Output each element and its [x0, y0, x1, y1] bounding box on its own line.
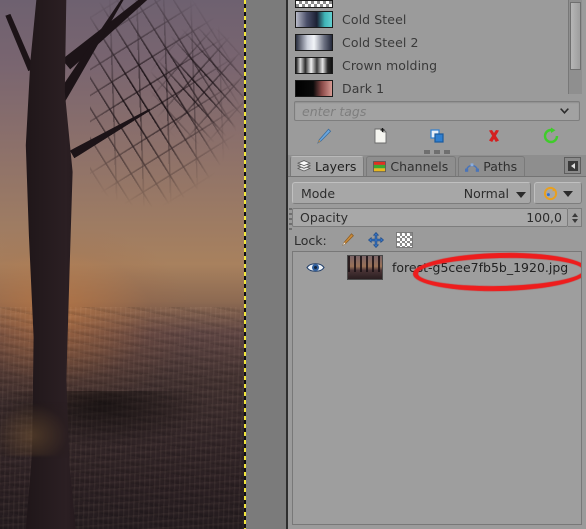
duplicate-gradient-button[interactable] — [408, 124, 465, 148]
foreground-bush — [0, 404, 68, 456]
tab-paths[interactable]: Paths — [458, 156, 526, 176]
scrollbar-thumb[interactable] — [570, 2, 581, 70]
gradient-list-scrollbar[interactable] — [568, 0, 582, 94]
image-canvas[interactable] — [0, 0, 246, 529]
gradient-label: Cold Steel — [342, 12, 407, 27]
gradient-label: Dark 1 — [342, 81, 385, 96]
layer-mode-row: Mode Normal — [292, 182, 582, 204]
opacity-label: Opacity — [300, 210, 349, 225]
paths-icon — [465, 161, 480, 173]
opacity-stepper[interactable] — [568, 208, 582, 227]
chevron-down-icon[interactable] — [559, 107, 579, 115]
chevron-down-icon — [516, 186, 526, 201]
lock-pixels-button[interactable] — [338, 232, 356, 248]
lock-alpha-button[interactable] — [395, 232, 413, 248]
tab-label: Channels — [390, 159, 449, 174]
tab-layers[interactable]: Layers — [290, 156, 365, 176]
mode-value: Normal — [463, 185, 509, 201]
mode-dropdown[interactable]: Mode Normal — [292, 182, 531, 204]
tag-input-placeholder: enter tags — [302, 103, 367, 119]
gradient-swatch-icon — [295, 57, 333, 74]
layers-list[interactable]: forest-g5cee7fb5b_1920.jpg — [292, 251, 582, 525]
blend-space-icon — [543, 186, 558, 201]
canvas-padding — [246, 0, 286, 529]
delete-gradient-button[interactable] — [466, 124, 523, 148]
list-item[interactable]: Dark 1 — [294, 77, 568, 98]
gradients-toolbar[interactable] — [294, 124, 580, 148]
gradient-label: Cold Steel 2 — [342, 35, 419, 50]
eye-icon[interactable] — [297, 261, 333, 274]
list-item[interactable]: Cold Steel — [294, 8, 568, 31]
gradient-swatch-icon — [295, 34, 333, 51]
gradient-swatch-icon — [295, 80, 333, 97]
list-item[interactable] — [294, 0, 568, 8]
opacity-slider[interactable]: Opacity 100,0 — [292, 208, 568, 227]
chevron-down-icon — [563, 186, 573, 200]
tree-twigs-secondary — [150, 20, 246, 150]
edit-gradient-button[interactable] — [294, 124, 351, 148]
layer-thumbnail — [347, 254, 383, 280]
tab-label: Layers — [315, 159, 357, 174]
gradient-swatch-icon — [295, 11, 333, 28]
lock-position-button[interactable] — [367, 232, 385, 248]
table-row[interactable]: forest-g5cee7fb5b_1920.jpg — [293, 252, 581, 282]
channels-icon — [373, 160, 387, 173]
refresh-gradients-button[interactable] — [523, 124, 580, 148]
gimp-window: Cold Steel Cold Steel 2 Crown molding Da… — [0, 0, 586, 529]
lock-label: Lock: — [294, 232, 327, 248]
blend-space-dropdown[interactable] — [534, 182, 582, 204]
tag-filter-input[interactable]: enter tags — [294, 101, 580, 121]
tab-label: Paths — [483, 159, 518, 174]
gradient-list[interactable]: Cold Steel Cold Steel 2 Crown molding Da… — [294, 0, 568, 98]
list-item[interactable]: Cold Steel 2 — [294, 31, 568, 54]
mode-label: Mode — [301, 185, 336, 201]
layers-icon — [297, 160, 311, 173]
canvas-area[interactable] — [0, 0, 288, 529]
tab-channels[interactable]: Channels — [366, 156, 457, 176]
dock-menu-button[interactable] — [564, 157, 581, 174]
gradient-label: Crown molding — [342, 58, 438, 73]
right-dock: Cold Steel Cold Steel 2 Crown molding Da… — [288, 0, 586, 529]
gradients-panel[interactable]: Cold Steel Cold Steel 2 Crown molding Da… — [288, 0, 586, 98]
lock-row: Lock: — [294, 230, 584, 250]
opacity-value: 100,0 — [526, 210, 562, 225]
gradient-swatch-icon — [295, 0, 333, 8]
dock-tabs[interactable]: Layers Channels Paths — [288, 155, 586, 177]
list-item[interactable]: Crown molding — [294, 54, 568, 77]
new-gradient-button[interactable] — [351, 124, 408, 148]
layer-name[interactable]: forest-g5cee7fb5b_1920.jpg — [392, 260, 568, 275]
opacity-row[interactable]: Opacity 100,0 — [292, 208, 582, 227]
